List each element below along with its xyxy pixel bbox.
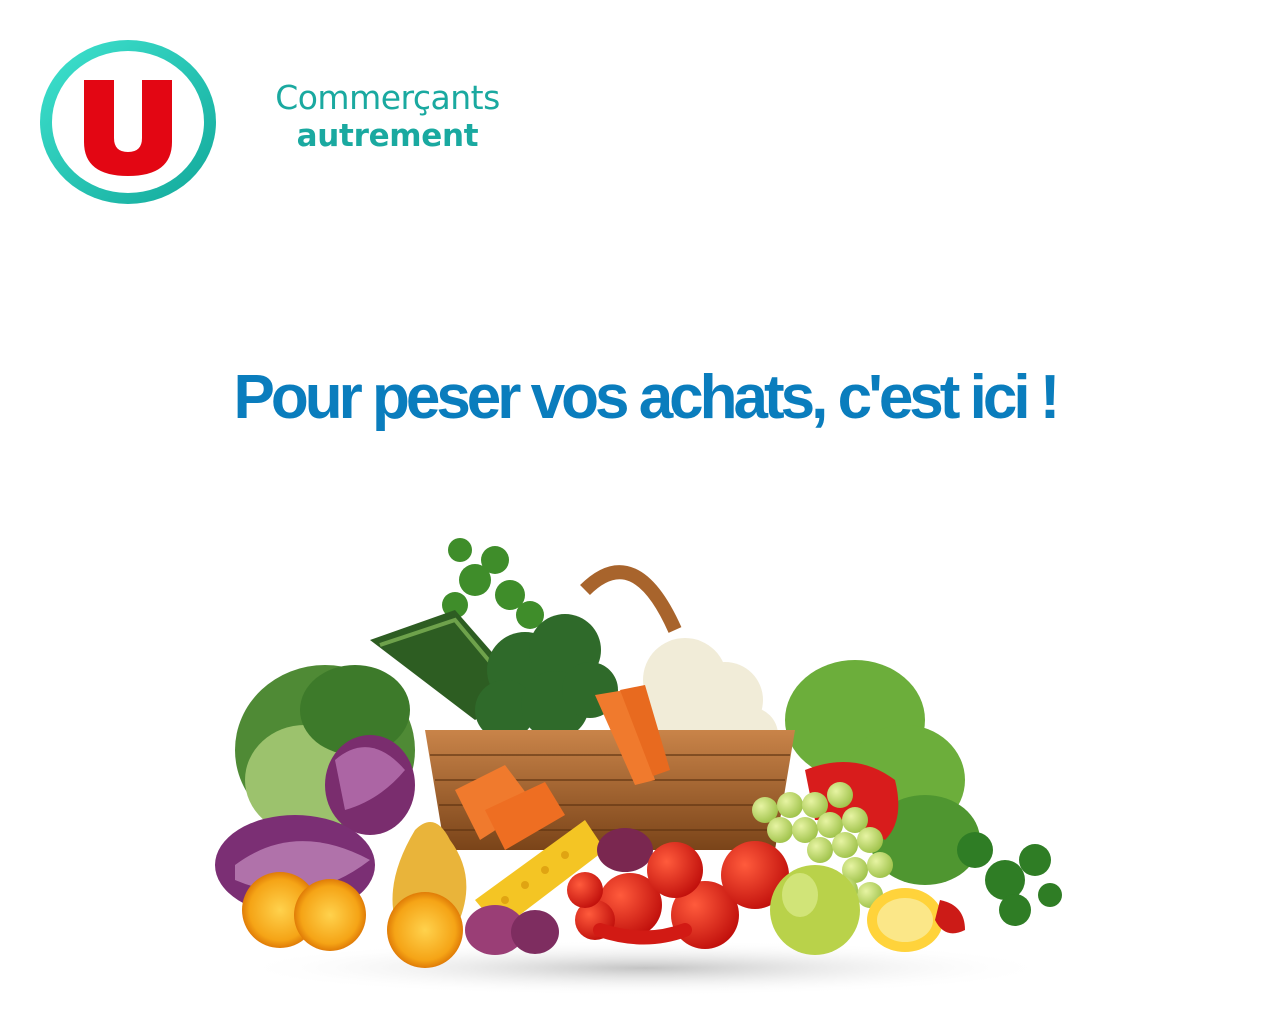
- page-title: Pour peser vos achats, c'est ici !: [233, 363, 1061, 432]
- tagline-line-2: autrement: [296, 118, 479, 154]
- brand-tagline: Commerçants autrement: [255, 78, 520, 154]
- u-logo-icon: [38, 38, 218, 206]
- vegetable-basket-image: [205, 520, 1085, 1000]
- tagline-line-1: Commerçants: [275, 78, 500, 117]
